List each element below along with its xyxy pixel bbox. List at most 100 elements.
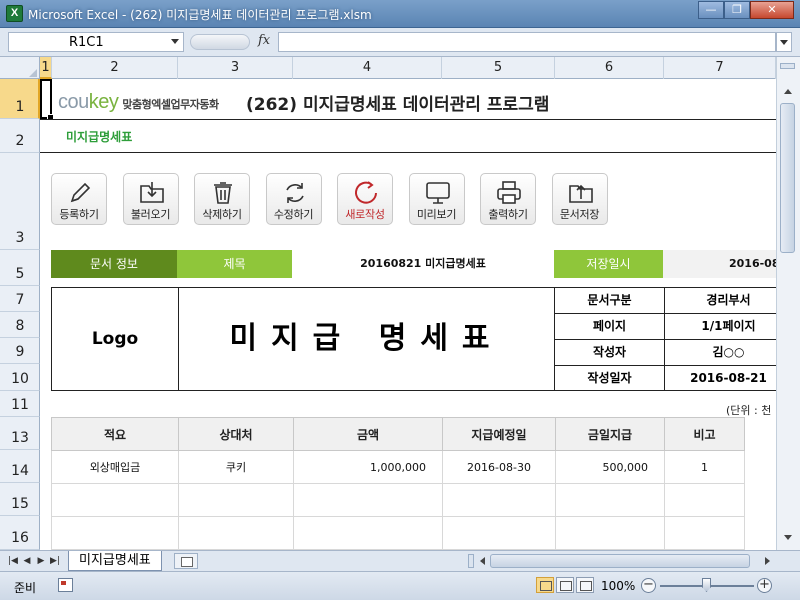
chevron-down-icon[interactable]: [171, 39, 179, 44]
new-document-button[interactable]: 새로작성: [337, 173, 393, 225]
column-header[interactable]: 2: [52, 57, 178, 79]
saved-value[interactable]: 2016-08: [663, 250, 776, 278]
scroll-thumb[interactable]: [780, 103, 795, 253]
table-cell[interactable]: [178, 516, 294, 550]
scroll-right-icon[interactable]: [765, 557, 770, 565]
meta-key: 작성일자: [555, 366, 665, 391]
row-header[interactable]: 2: [0, 119, 40, 153]
next-sheet-icon[interactable]: ▶: [34, 554, 48, 568]
unit-note: (단위 : 천: [726, 404, 772, 417]
split-handle[interactable]: [468, 554, 474, 568]
table-cell[interactable]: [442, 516, 556, 550]
table-cell[interactable]: [293, 516, 443, 550]
row-header[interactable]: 13: [0, 417, 40, 450]
preview-button[interactable]: 미리보기: [408, 173, 465, 225]
edit-button[interactable]: 수정하기: [265, 173, 322, 225]
scroll-down-icon[interactable]: [780, 530, 796, 546]
scroll-thumb[interactable]: [490, 554, 750, 568]
select-all-button[interactable]: [0, 57, 40, 79]
table-cell[interactable]: [51, 516, 179, 550]
row-header[interactable]: 9: [0, 338, 40, 364]
prev-sheet-icon[interactable]: ◀: [20, 554, 34, 568]
row-header[interactable]: 14: [0, 450, 40, 483]
column-header[interactable]: 6: [555, 57, 664, 79]
row-header[interactable]: 8: [0, 312, 40, 338]
row-header[interactable]: 16: [0, 516, 40, 550]
table-cell[interactable]: [51, 483, 179, 517]
active-cell-cursor[interactable]: [40, 79, 54, 121]
row-header[interactable]: 1: [0, 79, 40, 119]
table-cell[interactable]: 2016-08-30: [442, 450, 556, 484]
zoom-out-icon[interactable]: −: [641, 578, 656, 593]
table-cell[interactable]: 500,000: [555, 450, 665, 484]
column-header[interactable]: 5: [442, 57, 555, 79]
section-subtitle: 미지급명세표: [66, 130, 133, 144]
maximize-button[interactable]: ❐: [724, 1, 750, 19]
row-header[interactable]: 5: [0, 250, 40, 286]
meta-value[interactable]: 2016-08-21: [665, 366, 776, 391]
delete-button[interactable]: 삭제하기: [194, 173, 250, 225]
name-box-value: R1C1: [69, 35, 104, 50]
load-button[interactable]: 불러오기: [122, 173, 179, 225]
insert-sheet-icon[interactable]: [174, 553, 198, 569]
last-sheet-icon[interactable]: ▶|: [48, 554, 62, 568]
column-header[interactable]: 4: [293, 57, 442, 79]
table-cell[interactable]: [555, 483, 665, 517]
expand-formula-bar-button[interactable]: [776, 32, 792, 52]
table-header-row: 적요 상대처 금액 지급예정일 금일지급 비고: [51, 417, 745, 451]
row-header[interactable]: 10: [0, 364, 40, 391]
normal-view-icon[interactable]: [536, 577, 554, 593]
table-cell[interactable]: [664, 483, 745, 517]
zoom-in-icon[interactable]: +: [757, 578, 772, 593]
table-row: 외상매입금 쿠키 1,000,000 2016-08-30 500,000 1: [51, 450, 745, 484]
table-cell[interactable]: [293, 483, 443, 517]
zoom-level[interactable]: 100%: [601, 579, 635, 593]
table-cell[interactable]: [664, 516, 745, 550]
column-header[interactable]: 7: [664, 57, 776, 79]
worksheet-grid[interactable]: coukey 맞춤형엑셀업무자동화 (262) 미지급명세표 데이터관리 프로그…: [40, 79, 776, 550]
table-row: [51, 483, 745, 517]
meta-value[interactable]: 1/1페이지: [665, 314, 776, 339]
register-button[interactable]: 등록하기: [51, 173, 107, 225]
table-cell[interactable]: 1: [664, 450, 745, 484]
insert-function-icon[interactable]: fx: [258, 33, 270, 48]
save-document-button[interactable]: 문서저장: [551, 173, 608, 225]
table-cell[interactable]: 외상매입금: [51, 450, 179, 484]
excel-app-icon[interactable]: X: [6, 5, 23, 22]
page-layout-view-icon[interactable]: [556, 577, 574, 593]
minimize-button[interactable]: —: [698, 1, 724, 19]
zoom-slider-thumb[interactable]: [702, 578, 711, 592]
scroll-left-icon[interactable]: [480, 557, 485, 565]
first-sheet-icon[interactable]: |◀: [6, 554, 20, 568]
divider: [40, 152, 776, 153]
row-header[interactable]: 15: [0, 483, 40, 516]
row-header[interactable]: 3: [0, 153, 40, 250]
horizontal-scrollbar[interactable]: [466, 554, 776, 569]
title-value[interactable]: 20160821 미지급명세표: [292, 250, 554, 278]
formula-bar-resize-handle[interactable]: [190, 34, 250, 50]
table-cell[interactable]: 1,000,000: [293, 450, 443, 484]
split-handle[interactable]: [780, 63, 795, 69]
table-cell[interactable]: 쿠키: [178, 450, 294, 484]
row-header[interactable]: 7: [0, 286, 40, 312]
table-cell[interactable]: [442, 483, 556, 517]
name-box[interactable]: R1C1: [8, 32, 184, 52]
table-cell[interactable]: [178, 483, 294, 517]
table-cell[interactable]: [555, 516, 665, 550]
print-button[interactable]: 출력하기: [480, 173, 536, 225]
row-header[interactable]: 11: [0, 391, 40, 417]
column-headers: 1 2 3 4 5 6 7: [0, 57, 776, 79]
tab-sheet[interactable]: 미지급명세표: [68, 551, 162, 571]
close-button[interactable]: ✕: [750, 1, 794, 19]
scroll-up-icon[interactable]: [780, 84, 796, 100]
new-circle-icon: [355, 181, 377, 204]
meta-value[interactable]: 김○○: [665, 340, 776, 365]
macro-record-icon[interactable]: [58, 578, 73, 592]
vertical-scrollbar[interactable]: [776, 57, 800, 550]
formula-input[interactable]: [278, 32, 776, 52]
meta-value[interactable]: 경리부서: [665, 288, 776, 313]
formula-bar: R1C1 fx: [0, 28, 800, 57]
column-header[interactable]: 1: [40, 57, 52, 79]
page-break-view-icon[interactable]: [576, 577, 594, 593]
column-header[interactable]: 3: [178, 57, 293, 79]
